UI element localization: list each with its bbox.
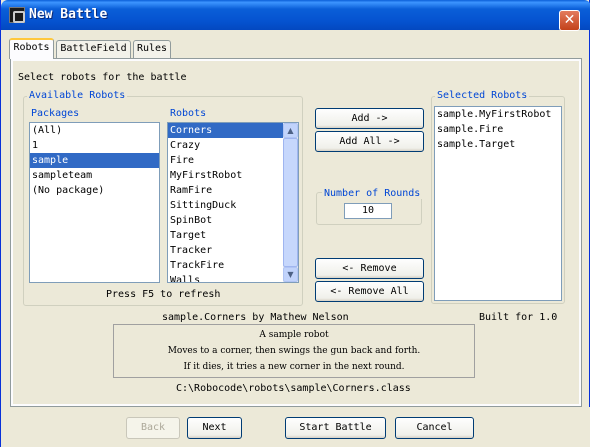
remove-all-button[interactable]: <- Remove All xyxy=(315,281,424,302)
robot-item[interactable]: RamFire xyxy=(168,183,285,198)
description-line: Moves to a corner, then swings the gun b… xyxy=(167,346,421,356)
robot-item[interactable]: TrackFire xyxy=(168,258,285,273)
robot-item[interactable]: SittingDuck xyxy=(168,198,285,213)
close-button[interactable]: ✕ xyxy=(559,10,580,31)
packages-header: Packages xyxy=(31,108,80,119)
robot-item[interactable]: MyFirstRobot xyxy=(168,168,285,183)
robots-header: Robots xyxy=(170,108,207,119)
dialog-footer: Back Next Start Battle Cancel xyxy=(1,407,590,447)
robots-list-scrollbar[interactable]: ▲ ▼ xyxy=(283,123,298,282)
window-title: New Battle xyxy=(29,7,108,22)
add-button[interactable]: Add -> xyxy=(315,108,424,129)
rounds-input[interactable]: 10 xyxy=(344,203,392,219)
package-item[interactable]: (All) xyxy=(30,123,159,138)
package-item[interactable]: sampleteam xyxy=(30,168,159,183)
description-line: If it dies, it tries a new corner in the… xyxy=(183,362,405,372)
selected-robot-item[interactable]: sample.Fire xyxy=(435,122,561,137)
robot-name-author: sample.Corners by Mathew Nelson xyxy=(162,312,349,323)
description-line: A sample robot xyxy=(259,330,329,340)
package-item[interactable]: (No package) xyxy=(30,183,159,198)
tab-rules[interactable]: Rules xyxy=(133,40,171,58)
robot-item[interactable]: Corners xyxy=(168,123,285,138)
package-item[interactable]: sample xyxy=(30,153,159,168)
tab-robots[interactable]: Robots xyxy=(9,38,54,59)
selected-robots-list[interactable]: sample.MyFirstRobot sample.Fire sample.T… xyxy=(434,106,562,301)
robot-item[interactable]: Walls xyxy=(168,273,285,282)
selected-robot-item[interactable]: sample.Target xyxy=(435,137,561,152)
add-all-button[interactable]: Add All -> xyxy=(315,131,424,152)
selected-robots-title: Selected Robots xyxy=(435,90,530,101)
robot-item[interactable]: Crazy xyxy=(168,138,285,153)
back-button[interactable]: Back xyxy=(126,417,180,439)
instructions-label: Select robots for the battle xyxy=(18,72,187,83)
robots-panel-content: Select robots for the battle Available R… xyxy=(13,61,579,404)
built-for-label: Built for 1.0 xyxy=(479,312,558,323)
scroll-down-icon[interactable]: ▼ xyxy=(283,267,298,282)
package-item[interactable]: 1 xyxy=(30,138,159,153)
robot-file-path: C:\Robocode\robots\sample\Corners.class xyxy=(176,383,411,394)
robot-item[interactable]: Tracker xyxy=(168,243,285,258)
scroll-up-icon[interactable]: ▲ xyxy=(283,123,298,138)
robot-item[interactable]: Target xyxy=(168,228,285,243)
robocode-app-icon xyxy=(9,7,25,23)
next-button[interactable]: Next xyxy=(187,417,242,439)
robot-description-box: A sample robot Moves to a corner, then s… xyxy=(113,324,475,378)
refresh-hint: Press F5 to refresh xyxy=(106,289,221,300)
remove-button[interactable]: <- Remove xyxy=(315,258,424,279)
available-robots-title: Available Robots xyxy=(27,90,128,101)
tab-battlefield[interactable]: BattleField xyxy=(56,40,131,58)
packages-list[interactable]: (All) 1 sample sampleteam (No package) xyxy=(29,122,160,283)
selected-robot-item[interactable]: sample.MyFirstRobot xyxy=(435,107,561,122)
new-battle-window: New Battle ✕ Robots BattleField Rules Se… xyxy=(0,0,590,447)
start-battle-button[interactable]: Start Battle xyxy=(285,417,386,439)
title-bar[interactable]: New Battle ✕ xyxy=(1,0,590,31)
cancel-button[interactable]: Cancel xyxy=(395,417,474,439)
rounds-label: Number of Rounds xyxy=(322,188,423,199)
robot-item[interactable]: Fire xyxy=(168,153,285,168)
robot-item[interactable]: SpinBot xyxy=(168,213,285,228)
robots-list[interactable]: Corners Crazy Fire MyFirstRobot RamFire … xyxy=(167,122,299,283)
scroll-thumb[interactable] xyxy=(283,138,298,267)
